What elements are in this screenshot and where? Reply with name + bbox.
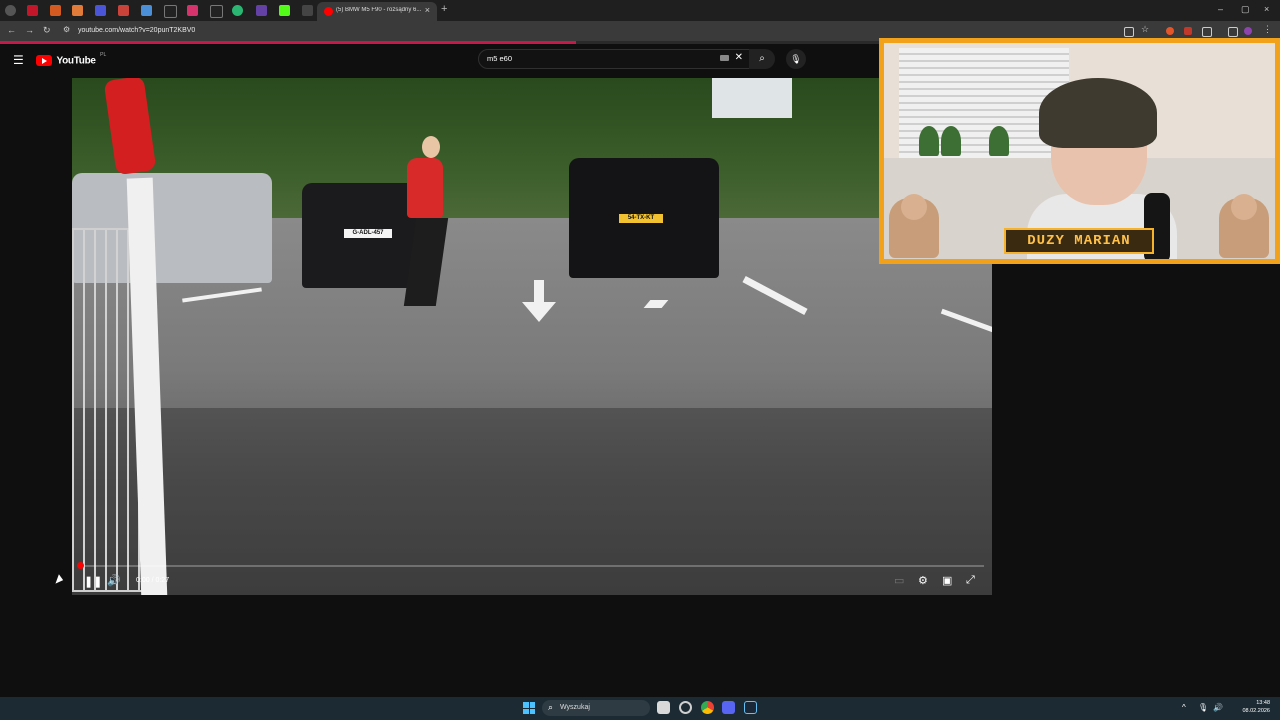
fullscreen-button[interactable]: ⤢ bbox=[966, 574, 975, 587]
taskbar-search[interactable]: ⌕ Wyszukaj bbox=[542, 700, 650, 716]
video-player[interactable]: G-ADL-457 54-TX-KT ❚❚ 🔊 0:00 / 0:27 ▭ ⚙ … bbox=[72, 78, 992, 595]
chrome-icon[interactable] bbox=[701, 701, 714, 714]
extension-icon[interactable] bbox=[1184, 27, 1192, 35]
clock-date: 08.02.2026 bbox=[1242, 708, 1270, 714]
youtube-favicon-icon bbox=[324, 7, 333, 16]
time-display: 0:00 / 0:27 bbox=[136, 577, 170, 584]
youtube-logo[interactable]: YouTube PL bbox=[36, 52, 106, 70]
extensions-puzzle-icon[interactable] bbox=[1202, 27, 1212, 37]
pedestrian-shirt bbox=[407, 158, 443, 218]
tray-microphone-icon[interactable]: 🎙 bbox=[1198, 703, 1208, 712]
pinned-tab-muted-icon[interactable] bbox=[302, 5, 313, 16]
maximize-button[interactable]: ▢ bbox=[1241, 4, 1250, 15]
black-bmw-car: G-ADL-457 bbox=[302, 183, 422, 288]
volume-icon[interactable]: 🔊 bbox=[107, 574, 121, 587]
webcam-overlay: DUZY MARIAN bbox=[879, 38, 1280, 264]
license-plate: G-ADL-457 bbox=[344, 229, 392, 238]
pinned-tab-instagram-icon[interactable] bbox=[187, 5, 198, 16]
settings-gear-icon[interactable]: ⚙ bbox=[918, 574, 928, 587]
video-sky bbox=[712, 78, 792, 118]
nameplate-text: DUZY MARIAN bbox=[1027, 233, 1131, 249]
miniplayer-button[interactable]: ▣ bbox=[942, 574, 952, 587]
reload-button[interactable]: ↻ bbox=[43, 25, 51, 36]
region-code: PL bbox=[100, 52, 107, 58]
bookmark-star-icon[interactable]: ☆ bbox=[1141, 24, 1149, 34]
subtitles-button[interactable]: ▭ bbox=[894, 574, 904, 587]
forward-button[interactable]: → bbox=[25, 25, 34, 35]
pinned-tab-icon[interactable] bbox=[232, 5, 243, 16]
pinned-tab-icon[interactable] bbox=[95, 5, 106, 16]
steam-icon[interactable] bbox=[744, 701, 757, 714]
search-icon: ⌕ bbox=[548, 702, 554, 712]
pinned-tab-icon[interactable] bbox=[72, 5, 83, 16]
streamer-nameplate: DUZY MARIAN bbox=[1004, 228, 1154, 254]
install-app-icon[interactable] bbox=[1124, 27, 1134, 37]
seek-handle[interactable] bbox=[77, 562, 84, 569]
pedestrian-head bbox=[422, 136, 440, 158]
close-window-button[interactable]: × bbox=[1264, 4, 1269, 14]
pinned-tab-tiktok-icon[interactable] bbox=[210, 5, 223, 18]
mouse-cursor-icon bbox=[55, 574, 65, 586]
black-minivan-car: 54-TX-KT bbox=[569, 158, 719, 278]
close-tab-icon[interactable]: × bbox=[425, 5, 430, 15]
pinned-tab-twitch-icon[interactable] bbox=[256, 5, 267, 16]
pinned-tab-kick-icon[interactable] bbox=[279, 5, 290, 16]
search-button[interactable]: ⌕ bbox=[749, 49, 775, 69]
license-plate: 54-TX-KT bbox=[619, 214, 663, 223]
right-empty-panel bbox=[992, 264, 1280, 694]
seek-bar[interactable] bbox=[77, 562, 984, 569]
tab-title: (5) BMW M5 F90 - rozsądny 6... bbox=[336, 7, 422, 13]
clear-search-icon[interactable]: ✕ bbox=[735, 52, 743, 63]
app-icon[interactable] bbox=[679, 701, 692, 714]
profile-avatar[interactable] bbox=[1244, 27, 1252, 35]
pinned-tab-tiktok-icon[interactable] bbox=[164, 5, 177, 18]
youtube-logo-text: YouTube bbox=[56, 55, 96, 67]
tab-active-youtube[interactable]: (5) BMW M5 F90 - rozsądny 6... × bbox=[317, 2, 437, 21]
tray-overflow-icon[interactable]: ^ bbox=[1182, 703, 1186, 712]
pinned-tab-youtube-icon[interactable] bbox=[27, 5, 38, 16]
menu-dots-icon[interactable]: ⋮ bbox=[1263, 24, 1272, 34]
taskbar-clock[interactable]: 13:48 08.02.2026 bbox=[1242, 699, 1270, 715]
back-button[interactable]: ← bbox=[7, 25, 16, 35]
tab-list-icon[interactable] bbox=[5, 5, 16, 16]
windows-start-icon[interactable] bbox=[523, 702, 535, 714]
site-info-icon[interactable]: ⚙ bbox=[63, 25, 70, 34]
youtube-play-logo-icon bbox=[36, 55, 52, 67]
new-tab-button[interactable]: + bbox=[441, 3, 447, 15]
taskbar-search-input[interactable]: Wyszukaj bbox=[560, 704, 590, 711]
file-explorer-icon[interactable] bbox=[657, 701, 670, 714]
pinned-tab-gmail-icon[interactable] bbox=[118, 5, 129, 16]
pause-button[interactable]: ❚❚ bbox=[84, 575, 102, 588]
extension-icon[interactable] bbox=[1166, 27, 1174, 35]
tray-volume-icon[interactable]: 🔊 bbox=[1213, 703, 1223, 712]
keyboard-icon[interactable] bbox=[720, 55, 729, 61]
minimize-button[interactable]: – bbox=[1218, 4, 1223, 14]
road-arrow-marking bbox=[522, 302, 556, 322]
address-bar-url[interactable]: youtube.com/watch?v=20punT2KBV0 bbox=[78, 27, 195, 34]
voice-search-icon[interactable]: 🎙 bbox=[786, 49, 806, 69]
windows-taskbar: ⌕ Wyszukaj ^ 🎙 🔊 13:48 08.02.2026 bbox=[0, 697, 1280, 720]
search-box[interactable]: m5 e60 ✕ bbox=[478, 49, 750, 69]
pinned-tab-icon[interactable] bbox=[141, 5, 152, 16]
menu-icon[interactable]: ☰ bbox=[13, 53, 24, 67]
browser-tab-strip: (5) BMW M5 F90 - rozsądny 6... × + – ▢ × bbox=[0, 0, 1280, 21]
search-input[interactable]: m5 e60 bbox=[487, 54, 512, 63]
road-arrow-marking bbox=[534, 280, 544, 302]
sidebar-icon[interactable] bbox=[1228, 27, 1238, 37]
clock-time: 13:48 bbox=[1256, 700, 1270, 706]
discord-icon[interactable] bbox=[722, 701, 735, 714]
pinned-tab-icon[interactable] bbox=[50, 5, 61, 16]
